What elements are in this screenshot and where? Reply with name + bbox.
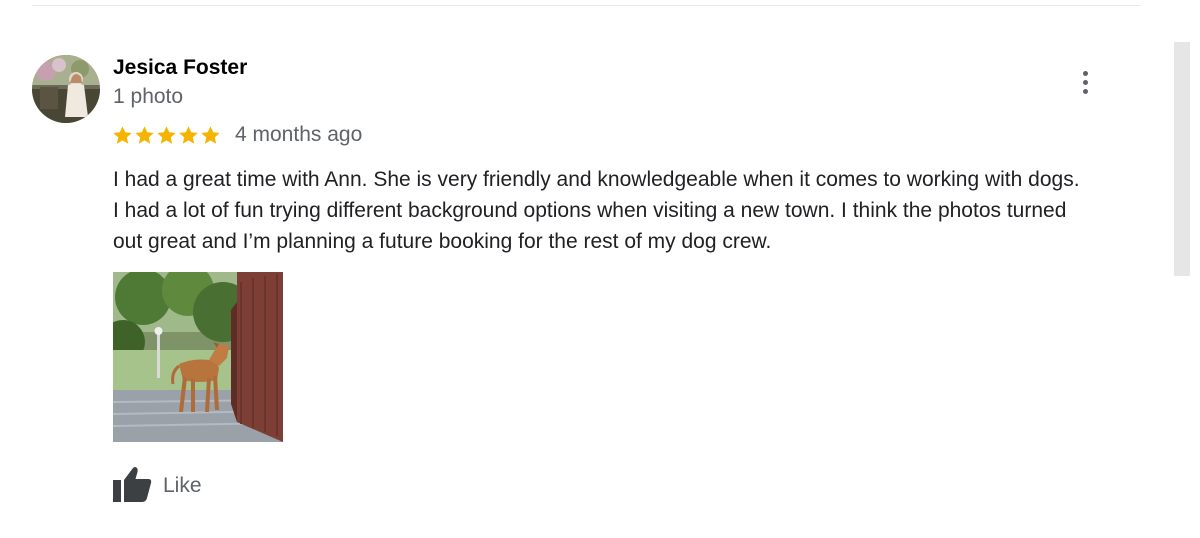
star-icon xyxy=(157,125,176,144)
star-icon xyxy=(201,125,220,144)
rating-row: 4 months ago xyxy=(112,121,362,149)
reviewer-name[interactable]: Jesica Foster xyxy=(113,56,247,80)
reviewer-photo-count: 1 photo xyxy=(113,85,184,108)
review-text: I had a great time with Ann. She is very… xyxy=(113,164,1163,257)
review-date: 4 months ago xyxy=(235,123,363,146)
more-vert-icon xyxy=(1082,70,1088,94)
star-rating xyxy=(112,125,221,146)
more-options-button[interactable] xyxy=(1070,66,1100,98)
like-label: Like xyxy=(163,474,202,497)
reviewer-avatar[interactable] xyxy=(32,55,100,123)
review-photo-thumbnail[interactable] xyxy=(101,264,284,442)
top-divider xyxy=(32,5,1140,6)
thumbs-up-icon xyxy=(112,465,152,508)
scrollbar[interactable] xyxy=(1174,42,1190,276)
star-icon xyxy=(135,125,154,144)
star-icon xyxy=(113,125,132,144)
review-text-line: I had a lot of fun trying different back… xyxy=(113,199,1067,222)
star-icon xyxy=(179,125,198,144)
review-text-line: I had a great time with Ann. She is very… xyxy=(113,168,1080,191)
like-button[interactable]: Like xyxy=(112,466,202,506)
review-text-line: out great and I’m planning a future book… xyxy=(113,230,772,253)
